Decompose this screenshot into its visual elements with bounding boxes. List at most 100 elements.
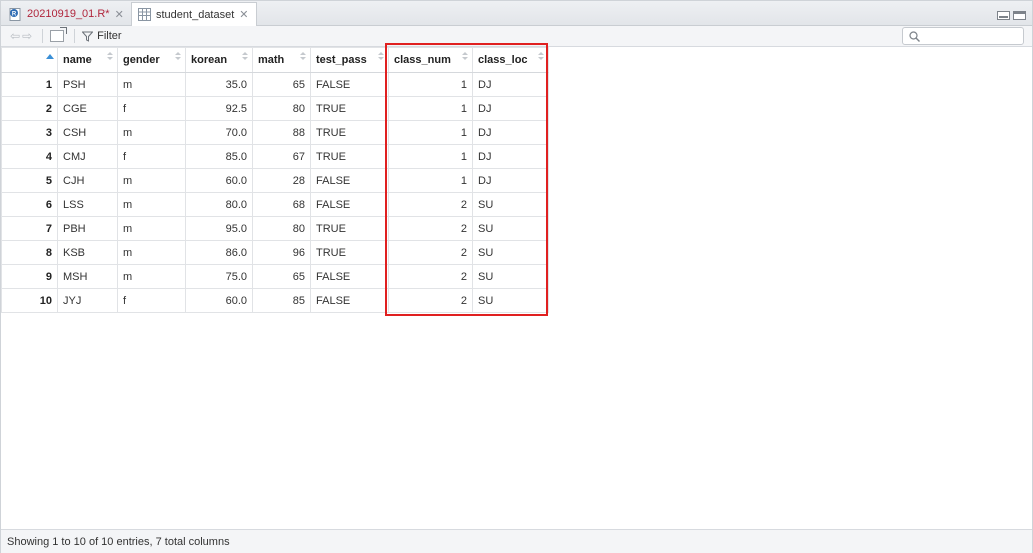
row-index-header[interactable]: [1, 47, 58, 73]
table-cell-test-pass: TRUE: [310, 120, 389, 145]
row-index: 1: [1, 72, 58, 97]
data-table: name gender korean math test_pass class_…: [1, 47, 549, 313]
table-row[interactable]: 8 KSB m 86.0 96 TRUE 2 SU: [1, 240, 549, 265]
filter-button[interactable]: Filter: [82, 30, 122, 42]
column-header-gender[interactable]: gender: [117, 47, 186, 73]
table-cell-class-num: 1: [388, 168, 473, 193]
table-row[interactable]: 2 CGE f 92.5 80 TRUE 1 DJ: [1, 96, 549, 121]
data-viewer-window: R 20210919_01.R* ✕ student_dataset ✕ ⇦ ⇨: [0, 0, 1033, 553]
table-cell-gender: f: [117, 96, 186, 121]
table-cell-class-loc: DJ: [472, 96, 549, 121]
sort-icon: [242, 52, 248, 60]
window-controls: [997, 11, 1026, 20]
table-row[interactable]: 3 CSH m 70.0 88 TRUE 1 DJ: [1, 120, 549, 145]
table-cell-name: PBH: [57, 216, 118, 241]
popout-window-icon[interactable]: [50, 27, 68, 42]
table-body: 1 PSH m 35.0 65 FALSE 1 DJ 2 CGE f 92.5 80 TRUE 1 DJ 3 CS…: [1, 72, 549, 313]
table-cell-class-num: 2: [388, 264, 473, 289]
table-cell-gender: f: [117, 144, 186, 169]
table-cell-class-loc: SU: [472, 240, 549, 265]
table-cell-name: PSH: [57, 72, 118, 97]
table-cell-gender: f: [117, 288, 186, 313]
table-row[interactable]: 9 MSH m 75.0 65 FALSE 2 SU: [1, 264, 549, 289]
table-cell-test-pass: FALSE: [310, 264, 389, 289]
table-cell-class-num: 2: [388, 240, 473, 265]
row-index: 9: [1, 264, 58, 289]
table-row[interactable]: 1 PSH m 35.0 65 FALSE 1 DJ: [1, 72, 549, 97]
table-cell-class-loc: DJ: [472, 144, 549, 169]
search-icon: [909, 31, 920, 42]
table-cell-korean: 95.0: [185, 216, 253, 241]
toolbar-divider: [42, 29, 44, 43]
table-row[interactable]: 5 CJH m 60.0 28 FALSE 1 DJ: [1, 168, 549, 193]
table-cell-class-loc: DJ: [472, 120, 549, 145]
close-icon[interactable]: ✕: [115, 8, 124, 21]
back-arrow-icon[interactable]: ⇦: [10, 29, 20, 43]
table-cell-math: 80: [252, 96, 311, 121]
table-cell-class-num: 1: [388, 72, 473, 97]
table-cell-gender: m: [117, 264, 186, 289]
table-cell-class-loc: SU: [472, 288, 549, 313]
maximize-pane-icon[interactable]: [1013, 11, 1026, 20]
table-cell-gender: m: [117, 72, 186, 97]
table-cell-test-pass: FALSE: [310, 288, 389, 313]
table-cell-class-num: 2: [388, 216, 473, 241]
tab-label: 20210919_01.R*: [27, 8, 110, 20]
table-cell-name: KSB: [57, 240, 118, 265]
table-cell-name: LSS: [57, 192, 118, 217]
column-header-korean[interactable]: korean: [185, 47, 253, 73]
row-index: 7: [1, 216, 58, 241]
table-cell-class-loc: SU: [472, 192, 549, 217]
column-header-class-num[interactable]: class_num: [388, 47, 473, 73]
column-header-test-pass[interactable]: test_pass: [310, 47, 389, 73]
svg-text:R: R: [12, 11, 17, 17]
table-cell-gender: m: [117, 240, 186, 265]
status-bar: Showing 1 to 10 of 10 entries, 7 total c…: [1, 529, 1032, 553]
table-cell-korean: 86.0: [185, 240, 253, 265]
table-cell-name: MSH: [57, 264, 118, 289]
filter-funnel-icon: [82, 31, 94, 42]
column-header-label: class_loc: [478, 54, 528, 66]
status-text: Showing 1 to 10 of 10 entries, 7 total c…: [7, 535, 230, 548]
table-cell-korean: 92.5: [185, 96, 253, 121]
column-header-name[interactable]: name: [57, 47, 118, 73]
search-input[interactable]: [902, 27, 1024, 45]
table-row[interactable]: 10 JYJ f 60.0 85 FALSE 2 SU: [1, 288, 549, 313]
column-header-label: math: [258, 54, 285, 66]
table-cell-class-num: 1: [388, 96, 473, 121]
table-cell-test-pass: TRUE: [310, 96, 389, 121]
minimize-pane-icon[interactable]: [997, 11, 1010, 20]
table-row[interactable]: 4 CMJ f 85.0 67 TRUE 1 DJ: [1, 144, 549, 169]
sort-icon: [175, 52, 181, 60]
table-cell-math: 65: [252, 264, 311, 289]
table-cell-class-num: 2: [388, 288, 473, 313]
table-cell-korean: 75.0: [185, 264, 253, 289]
sort-icon: [538, 52, 544, 60]
column-header-label: test_pass: [316, 54, 367, 66]
tab-r-script[interactable]: R 20210919_01.R* ✕: [3, 2, 127, 26]
forward-arrow-icon[interactable]: ⇨: [22, 29, 32, 43]
close-icon[interactable]: ✕: [239, 8, 248, 21]
table-cell-math: 65: [252, 72, 311, 97]
column-header-math[interactable]: math: [252, 47, 311, 73]
tab-student-dataset[interactable]: student_dataset ✕: [131, 2, 257, 27]
column-header-class-loc[interactable]: class_loc: [472, 47, 549, 73]
table-cell-korean: 60.0: [185, 288, 253, 313]
table-cell-test-pass: FALSE: [310, 192, 389, 217]
table-cell-gender: m: [117, 168, 186, 193]
table-cell-korean: 70.0: [185, 120, 253, 145]
column-header-label: korean: [191, 54, 228, 66]
table-row[interactable]: 7 PBH m 95.0 80 TRUE 2 SU: [1, 216, 549, 241]
row-index: 2: [1, 96, 58, 121]
sort-icon: [378, 52, 384, 60]
r-script-icon: R: [9, 7, 21, 21]
row-index: 5: [1, 168, 58, 193]
table-cell-korean: 85.0: [185, 144, 253, 169]
table-row[interactable]: 6 LSS m 80.0 68 FALSE 2 SU: [1, 192, 549, 217]
table-cell-name: JYJ: [57, 288, 118, 313]
table-cell-test-pass: TRUE: [310, 216, 389, 241]
table-cell-gender: m: [117, 216, 186, 241]
table-cell-class-loc: DJ: [472, 168, 549, 193]
row-index: 4: [1, 144, 58, 169]
table-cell-class-loc: SU: [472, 216, 549, 241]
